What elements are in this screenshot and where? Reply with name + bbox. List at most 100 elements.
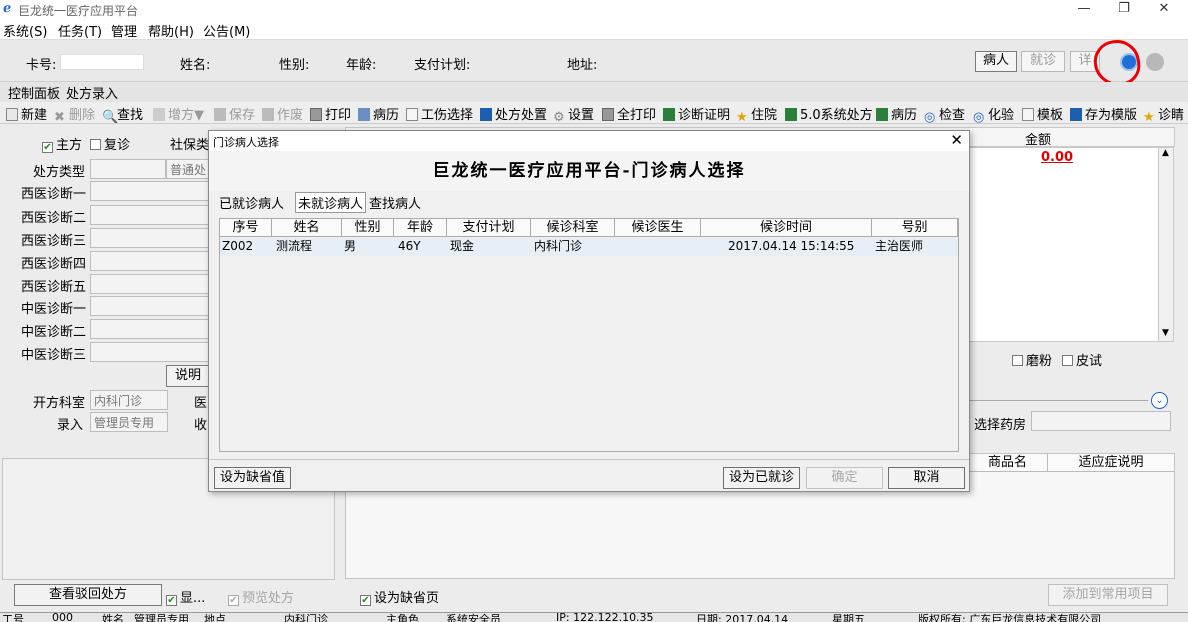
col-age[interactable]: 年龄 xyxy=(394,219,447,237)
template-button[interactable]: 模板 xyxy=(1022,104,1063,123)
western-diag-1-field[interactable] xyxy=(90,181,210,201)
card-input[interactable] xyxy=(60,54,144,70)
add-rx-button[interactable]: 增方▼ xyxy=(153,104,204,123)
tab-control-panel[interactable]: 控制面板 xyxy=(8,83,60,102)
save-button[interactable]: 保存 xyxy=(214,104,255,123)
product-header: 商品名 xyxy=(968,454,1048,472)
rx-type-code-field[interactable] xyxy=(90,159,166,179)
chinese-diag-1-field[interactable] xyxy=(90,296,210,316)
delete-button[interactable]: ✖ 删除 xyxy=(54,104,95,123)
query-rejected-rx-button[interactable]: 查看驳回处方 xyxy=(14,584,162,606)
diag-cert-button[interactable]: 诊断证明 xyxy=(663,104,730,123)
menu-manage[interactable]: 管理 xyxy=(111,21,137,40)
record-button[interactable]: 病历 xyxy=(358,104,399,123)
col-name[interactable]: 姓名 xyxy=(272,219,342,237)
add-common-button[interactable]: 添加到常用项目 xyxy=(1048,584,1168,606)
record2-label: 病历 xyxy=(891,108,918,123)
col-dept[interactable]: 候诊科室 xyxy=(531,219,615,237)
print-all-button[interactable]: 全打印 xyxy=(602,104,656,123)
search-icon: 🔍 xyxy=(102,110,119,124)
preview-rx-checkbox[interactable]: ✔ 预览处方 xyxy=(228,587,294,606)
settings-button[interactable]: ⚙ 设置 xyxy=(553,104,594,123)
main-rx-checkbox[interactable]: ✔ 主方 xyxy=(42,134,82,153)
western-diag-2-field[interactable] xyxy=(90,205,210,225)
template-icon xyxy=(1022,108,1034,121)
show-check-icon: ✔ xyxy=(166,595,177,606)
print-button[interactable]: 打印 xyxy=(310,104,351,123)
col-payment[interactable]: 支付计划 xyxy=(447,219,531,237)
rx-handle-button[interactable]: 处方处置 xyxy=(480,104,547,123)
chinese-diag-1-label: 中医诊断一 xyxy=(21,302,87,317)
skin-test-checkbox[interactable]: 皮试 xyxy=(1062,350,1102,369)
tab-find-patient[interactable]: 查找病人 xyxy=(369,193,421,212)
patient-button[interactable]: 病人 xyxy=(975,51,1017,72)
chinese-diag-3-field[interactable] xyxy=(90,342,210,362)
tab-visited-patients[interactable]: 已就诊病人 xyxy=(219,193,284,212)
menu-notice[interactable]: 公告(M) xyxy=(203,21,250,40)
diag-label: 诊睛 xyxy=(1158,108,1185,123)
rx-type-field[interactable]: 普通处 xyxy=(166,159,210,179)
scroll-down-icon[interactable]: ▼ xyxy=(1162,328,1169,338)
find-button[interactable]: 🔍查找 xyxy=(102,104,143,123)
pharmacy-field[interactable] xyxy=(1031,411,1171,431)
dept-field[interactable]: 内科门诊 xyxy=(90,390,168,410)
western-diag-5-field[interactable] xyxy=(90,274,210,294)
minimize-button[interactable]: — xyxy=(1064,0,1104,20)
western-diag-4-field[interactable] xyxy=(90,251,210,271)
exam-button[interactable]: ◎ 检查 xyxy=(924,104,965,123)
western-diag-3-field[interactable] xyxy=(90,228,210,248)
col-time[interactable]: 候诊时间 xyxy=(701,219,872,237)
patient-select-dialog: 门诊病人选择 ✕ 巨龙统一医疗应用平台-门诊病人选择 已就诊病人 未就诊病人 查… xyxy=(208,130,970,492)
disabled-circle-icon[interactable] xyxy=(1146,53,1164,71)
chinese-diag-2-field[interactable] xyxy=(90,319,210,339)
diag-button[interactable]: ★ 诊睛 xyxy=(1143,104,1184,123)
row-sex: 男 xyxy=(344,239,357,253)
tab-prescription-entry[interactable]: 处方录入 xyxy=(66,83,118,102)
receive-label: 收 xyxy=(194,418,208,433)
repeat-visit-checkbox[interactable]: 复诊 xyxy=(90,134,130,153)
lab-label: 化验 xyxy=(988,108,1015,123)
new-button[interactable]: 新建 xyxy=(6,104,47,123)
restore-button[interactable]: ❐ xyxy=(1104,0,1144,20)
void-button[interactable]: 作废 xyxy=(262,104,303,123)
menu-help[interactable]: 帮助(H) xyxy=(148,21,194,40)
col-type[interactable]: 号别 xyxy=(872,219,958,237)
diag-star-icon: ★ xyxy=(1143,110,1155,124)
default-page-checkbox[interactable]: ✔ 设为缺省页 xyxy=(360,587,439,606)
rx-list-scrollbar[interactable]: ▲ ▼ xyxy=(1158,147,1174,342)
grind-label: 磨粉 xyxy=(1026,354,1053,369)
status-location-label: 地点 xyxy=(204,613,226,622)
printer-icon xyxy=(310,108,322,121)
floppy-icon xyxy=(480,108,492,121)
record2-button[interactable]: 病历 xyxy=(876,104,917,123)
tab-unvisited-patients[interactable]: 未就诊病人 xyxy=(295,192,367,213)
confirm-button[interactable]: 确定 xyxy=(806,467,883,489)
show-checkbox[interactable]: ✔ 显... xyxy=(166,587,205,606)
scroll-up-icon[interactable]: ▲ xyxy=(1162,148,1169,158)
set-default-button[interactable]: 设为缺省值 xyxy=(214,467,291,489)
explain-button[interactable]: 说明 xyxy=(166,365,210,387)
cancel-button[interactable]: 取消 xyxy=(888,467,965,489)
expand-chevron-icon[interactable]: ⌄ xyxy=(1151,392,1168,409)
visit-button[interactable]: 就诊 xyxy=(1021,51,1065,72)
save-template-button[interactable]: 存为模版 xyxy=(1070,104,1137,123)
col-sex[interactable]: 性别 xyxy=(342,219,394,237)
menu-task[interactable]: 任务(T) xyxy=(58,21,102,40)
statusbar: 工号 000 姓名 管理员专用 地点 内科门诊 主角色 系统安全员 IP: 12… xyxy=(0,612,1188,622)
add-rx-label: 增方▼ xyxy=(168,108,204,123)
chinese-diag-2-label: 中医诊断二 xyxy=(21,325,87,340)
template-label: 模板 xyxy=(1037,108,1064,123)
exam-icon: ◎ xyxy=(924,110,936,124)
close-window-button[interactable]: ✕ xyxy=(1144,0,1184,20)
menu-system[interactable]: 系统(S) xyxy=(3,21,47,40)
grind-checkbox[interactable]: 磨粉 xyxy=(1012,350,1052,369)
set-visited-button[interactable]: 设为已就诊 xyxy=(723,467,800,489)
col-seq[interactable]: 序号 xyxy=(220,219,272,237)
entry-field[interactable]: 管理员专用 xyxy=(90,412,168,432)
injury-button[interactable]: 工伤选择 xyxy=(406,104,473,123)
hospitalize-button[interactable]: ★ 住院 xyxy=(736,104,777,123)
sys50-button[interactable]: 5.0系统处方 xyxy=(785,104,873,123)
lab-button[interactable]: ◎ 化验 xyxy=(973,104,1014,123)
dialog-close-icon[interactable]: ✕ xyxy=(950,131,963,149)
col-doctor[interactable]: 候诊医生 xyxy=(615,219,701,237)
